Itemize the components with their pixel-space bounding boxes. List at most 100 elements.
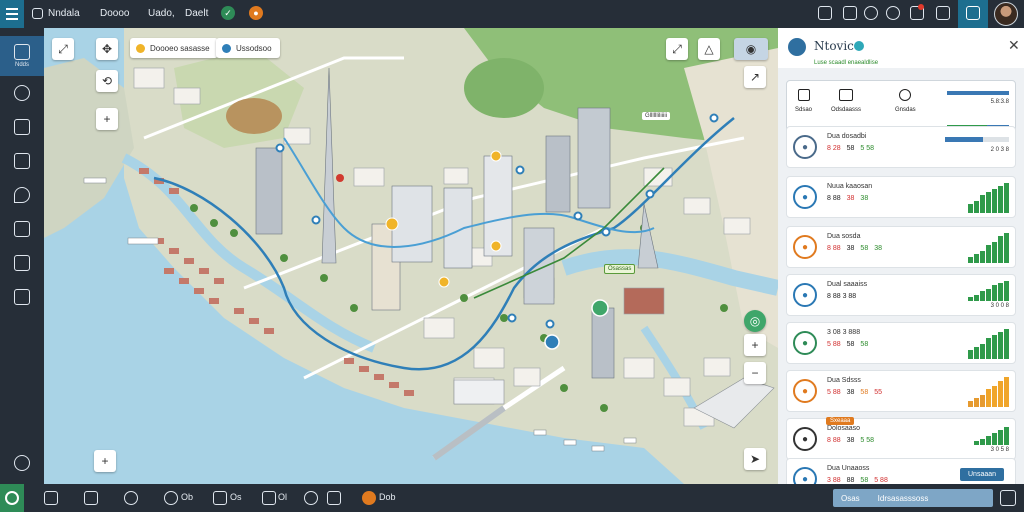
- card-stat: 38: [846, 245, 855, 252]
- rail-item-chart[interactable]: [0, 144, 44, 178]
- close-icon[interactable]: [1000, 490, 1016, 506]
- card-bar: [1004, 281, 1009, 301]
- globe-icon: [14, 455, 30, 471]
- left-rail: Ndds: [0, 28, 44, 484]
- card-bar-chart: [968, 183, 1009, 213]
- share-icon[interactable]: [818, 6, 832, 20]
- card-bar: [974, 254, 979, 263]
- bb-item-2[interactable]: Os: [230, 492, 242, 502]
- grid-icon[interactable]: [44, 491, 58, 505]
- card-bar: [980, 344, 985, 359]
- bb-item-5[interactable]: Dob: [379, 492, 396, 502]
- menu-item-4[interactable]: Daelt: [185, 7, 208, 21]
- clock-icon[interactable]: [864, 6, 878, 20]
- refresh-icon[interactable]: [124, 491, 138, 505]
- clock-icon[interactable]: [164, 491, 178, 505]
- menu-item-1[interactable]: Nndala: [48, 7, 80, 21]
- profile-button[interactable]: [958, 0, 988, 28]
- menu-icon[interactable]: [0, 0, 24, 28]
- map-filter-chip-1[interactable]: Doooeo sasasse: [130, 38, 218, 58]
- card-stats: 8 88 38 58 38: [827, 245, 888, 252]
- card-stats: 8 28 58 5 58: [827, 145, 880, 152]
- summary-item-3[interactable]: Gnsdas: [895, 89, 916, 113]
- map-filter-chip-2[interactable]: Ussodsoo: [216, 38, 280, 58]
- card-value: 3 0 0 8: [990, 303, 1009, 309]
- rail-item-globe[interactable]: [0, 446, 44, 480]
- summary-item-2[interactable]: Odsdaasss: [831, 89, 861, 113]
- map-tool-select[interactable]: ⤢: [52, 38, 74, 60]
- rail-item-map[interactable]: [0, 280, 44, 314]
- home-button[interactable]: [0, 484, 24, 512]
- bb-item-1[interactable]: Ob: [181, 492, 193, 502]
- rail-item-pin[interactable]: [0, 178, 44, 212]
- fullscreen-icon[interactable]: ⤢: [666, 38, 688, 60]
- rail-item-building[interactable]: [0, 246, 44, 280]
- card-bar: [992, 386, 997, 407]
- map-tool-measure[interactable]: +: [96, 108, 118, 130]
- binoculars-icon[interactable]: [84, 491, 98, 505]
- rail-item-list[interactable]: [0, 110, 44, 144]
- card-stat: 38: [860, 195, 869, 202]
- menu-item-2[interactable]: Doooo: [100, 7, 129, 21]
- chat-icon[interactable]: [936, 6, 950, 20]
- alert-badge: [918, 4, 924, 10]
- rail-item-tag[interactable]: [0, 212, 44, 246]
- card-progress: [945, 137, 1009, 142]
- compass-icon[interactable]: ↗: [744, 66, 766, 88]
- add-button[interactable]: +: [94, 450, 116, 472]
- locate-icon[interactable]: ◎: [744, 310, 766, 332]
- search-right-label: Idrsasasssoss: [877, 493, 929, 503]
- bb-item-3[interactable]: Ol: [278, 492, 287, 502]
- summary-item-1[interactable]: Sdsao: [795, 89, 812, 113]
- shield-icon[interactable]: [843, 6, 857, 20]
- metric-card[interactable]: ● Nuua kaaosan 8 88 38 38: [786, 176, 1016, 218]
- avatar[interactable]: [994, 2, 1018, 26]
- metric-card[interactable]: ● Dua dosadbi 8 28 58 5 58 2 0 3 8: [786, 126, 1016, 168]
- building-icon: [14, 255, 30, 271]
- compass-icon[interactable]: [304, 491, 318, 505]
- metric-card[interactable]: ● Dua Sdsss 5 88 38 58 55: [786, 370, 1016, 412]
- card-icon: ●: [793, 379, 817, 403]
- camera-icon[interactable]: [327, 491, 341, 505]
- card-bar: [968, 204, 973, 213]
- zoom-in-button[interactable]: +: [744, 334, 766, 356]
- city-map: [44, 28, 778, 484]
- panel-badge[interactable]: Unsaaan: [960, 468, 1005, 481]
- map-tool-rotate[interactable]: ⟲: [96, 70, 118, 92]
- layers-toggle[interactable]: ◉: [734, 38, 768, 60]
- map-label-green[interactable]: Osassas: [604, 264, 636, 274]
- green-status-icon[interactable]: ✓: [221, 6, 235, 20]
- card-bar-chart: [968, 281, 1009, 301]
- card-bar: [986, 192, 991, 213]
- menu-item-3[interactable]: Uado,: [148, 7, 175, 21]
- map-canvas[interactable]: Osassas Glllllliliiiii ⤢ ✥ ⟲ + Doooeo sa…: [44, 28, 778, 484]
- navigate-icon[interactable]: ➤: [744, 448, 766, 470]
- card-bar: [992, 189, 997, 213]
- bottom-search[interactable]: Osas Idrsasasssoss: [833, 489, 993, 507]
- metric-card[interactable]: ● Dual saaaiss 8 88 3 88 3 0 0 8: [786, 274, 1016, 316]
- bell-icon[interactable]: △: [698, 38, 720, 60]
- flag-icon[interactable]: [262, 491, 276, 505]
- card-stat: 8 88: [827, 245, 841, 252]
- card-stat: 8 88: [827, 195, 841, 202]
- metric-card[interactable]: ● Dolosaaso 8 88 38 5 58 3 0 5 8: [786, 418, 1016, 460]
- user-icon[interactable]: [213, 491, 227, 505]
- card-icon: ●: [793, 331, 817, 355]
- card-bar: [992, 433, 997, 445]
- rail-item-route[interactable]: [0, 76, 44, 110]
- card-tag: Sxeaaa: [826, 417, 855, 425]
- alert-icon[interactable]: [362, 491, 376, 505]
- card-stats: 8 88 38 5 58: [827, 437, 880, 444]
- metric-card[interactable]: ● 3 08 3 888 5 88 58 58: [786, 322, 1016, 364]
- card-bar: [998, 381, 1003, 407]
- rail-item-layers[interactable]: Ndds: [0, 36, 44, 76]
- card-stat: 5 88: [874, 477, 888, 484]
- notification-icon[interactable]: ●: [249, 6, 263, 20]
- card-bar: [992, 242, 997, 263]
- metric-card[interactable]: ● Dua sosda 8 88 38 58 38: [786, 226, 1016, 268]
- zoom-out-button[interactable]: −: [744, 362, 766, 384]
- card-bar: [968, 401, 973, 407]
- settings-icon[interactable]: [886, 6, 900, 20]
- close-icon[interactable]: ✕: [1008, 37, 1020, 54]
- map-tool-move[interactable]: ✥: [96, 38, 118, 60]
